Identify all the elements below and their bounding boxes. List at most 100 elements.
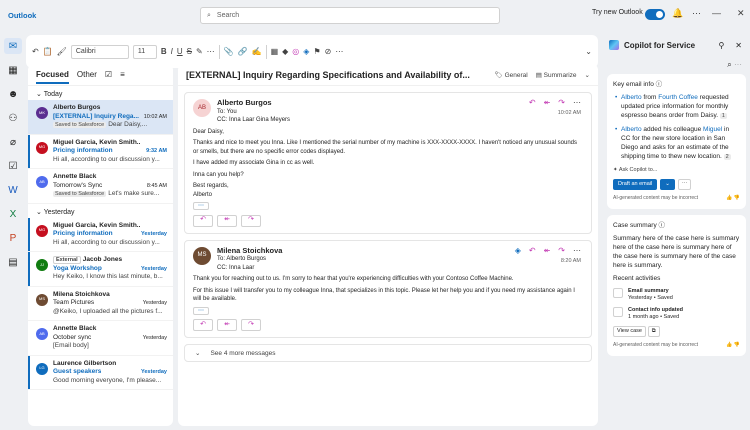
signature-icon[interactable]: ✍ xyxy=(252,47,262,56)
loop-icon[interactable]: ◎ xyxy=(292,47,299,56)
calendar-icon[interactable]: ▦ xyxy=(4,62,22,78)
copilot-ribbon-icon[interactable]: ◈ xyxy=(303,47,309,56)
powerpoint-icon[interactable]: P xyxy=(4,230,22,246)
insert-icon[interactable]: ◆ xyxy=(282,47,288,56)
copilot-icon[interactable]: ◈ xyxy=(515,246,521,256)
list-item[interactable]: MS Milena Stoichkova Team Pictures Yester… xyxy=(28,287,173,321)
bold-icon[interactable]: B xyxy=(161,47,167,56)
close-icon[interactable]: ✕ xyxy=(735,41,742,50)
citation-1[interactable]: 1 xyxy=(719,113,727,119)
chevron-down-icon[interactable]: ⌄ xyxy=(585,71,590,79)
reply-all-icon[interactable]: ↞ xyxy=(544,246,551,256)
list-item[interactable]: AB Annette Black October sync Yesterday [… xyxy=(28,321,173,356)
notification-icon[interactable]: 🔔 xyxy=(672,8,683,19)
collapse-ribbon-icon[interactable]: ⌄ xyxy=(585,47,592,56)
person-link[interactable]: Alberto xyxy=(621,94,642,101)
filter-icon[interactable]: ≡ xyxy=(120,70,125,79)
view-case-button[interactable]: View case xyxy=(613,326,646,337)
draft-email-button[interactable]: Draft an email xyxy=(613,179,658,190)
message-date: 10:02 AM xyxy=(557,110,581,116)
reply-all-button[interactable]: ↞ xyxy=(217,319,237,331)
tab-other[interactable]: Other xyxy=(77,70,97,79)
minimize-icon[interactable]: — xyxy=(712,8,721,18)
flag-icon[interactable]: ⚑ xyxy=(313,47,320,56)
list-item[interactable]: MG Miguel Garcia, Kevin Smith.. Pricing … xyxy=(28,217,173,252)
list-item[interactable]: MK Alberto Burgos [EXTERNAL] Inquiry Reg… xyxy=(28,100,173,135)
more-icon[interactable]: ⋯ xyxy=(677,179,692,190)
highlight-icon[interactable]: ✎ xyxy=(196,47,203,56)
message-sender[interactable]: Milena Stoichkova xyxy=(217,246,282,256)
activity-item[interactable]: Contact info updated 1 month ago • Saved xyxy=(613,307,740,321)
mail-icon[interactable]: ✉ xyxy=(4,38,22,54)
list-item[interactable]: MG Miguel Garcia, Kevin Smith.. Pricing … xyxy=(28,134,173,169)
search-input[interactable]: ⌕ Search xyxy=(200,7,500,24)
try-new-toggle[interactable] xyxy=(645,9,665,20)
forward-icon[interactable]: ↷ xyxy=(558,98,565,108)
reply-icon[interactable]: ↶ xyxy=(529,98,536,108)
more-icon[interactable]: ⋯ xyxy=(573,98,581,108)
summarize-button[interactable]: ▤ Summarize xyxy=(536,71,577,79)
font-family-select[interactable]: Calibri xyxy=(70,44,129,59)
forward-icon[interactable]: ↷ xyxy=(558,246,565,256)
link-icon[interactable]: 🔗 xyxy=(238,47,248,56)
more-icon[interactable]: ⋯ xyxy=(573,246,581,256)
activity-item[interactable]: Email summary Yesterday • Saved xyxy=(613,288,740,302)
close-icon[interactable]: ✕ xyxy=(737,8,745,19)
reply-all-button[interactable]: ↞ xyxy=(217,214,237,227)
table-icon[interactable]: ▦ xyxy=(271,47,279,56)
list-item[interactable]: JJ External Jacob Jones Yoga Workshop Yest… xyxy=(28,252,173,287)
message-sender[interactable]: Alberto Burgos xyxy=(217,98,290,108)
info-icon[interactable]: ⓘ xyxy=(659,222,666,229)
draft-dropdown[interactable]: ⌄ xyxy=(660,179,675,190)
reply-button[interactable]: ↶ xyxy=(193,214,213,227)
thumbs-up-icon[interactable]: 👍 xyxy=(726,195,732,201)
thumbs-down-icon[interactable]: 👎 xyxy=(734,342,740,348)
reply-all-icon[interactable]: ↞ xyxy=(544,98,551,108)
undo-icon[interactable]: ↶ xyxy=(32,47,39,56)
group-header-today[interactable]: ⌄ Today xyxy=(28,86,173,100)
list-item[interactable]: AB Annette Black Tomorrow's Sync 8:45 AM … xyxy=(28,169,173,204)
ask-copilot[interactable]: ✦ Ask Copilot to... xyxy=(613,166,740,175)
select-icon[interactable]: ☑ xyxy=(105,70,112,79)
copy-icon[interactable]: ⧉ xyxy=(647,326,660,337)
show-quoted-button[interactable]: ⋯ xyxy=(193,306,209,315)
people-icon[interactable]: ☻ xyxy=(4,86,22,102)
show-quoted-button[interactable]: ⋯ xyxy=(193,202,209,210)
strikethrough-icon[interactable]: S xyxy=(187,47,192,56)
group-header-yesterday[interactable]: ⌄ Yesterday xyxy=(28,204,173,218)
font-size-select[interactable]: 11 xyxy=(132,44,157,59)
ribbon-more-icon[interactable]: ⋯ xyxy=(207,47,215,56)
forward-button[interactable]: ↷ xyxy=(241,214,261,227)
groups-icon[interactable]: ⚇ xyxy=(4,110,22,126)
person-link[interactable]: Miguel xyxy=(703,126,722,133)
excel-icon[interactable]: X xyxy=(4,206,22,222)
underline-icon[interactable]: U xyxy=(177,47,183,56)
info-icon[interactable]: ⓘ xyxy=(656,81,663,88)
format-painter-icon[interactable]: 🖌 xyxy=(57,47,67,56)
attach-file-icon[interactable]: 📎 xyxy=(224,47,234,56)
thumbs-down-icon[interactable]: 👎 xyxy=(734,195,740,201)
tag-general[interactable]: 🏷 General xyxy=(495,71,528,79)
apps-icon[interactable]: ▤ xyxy=(4,254,22,270)
tab-focused[interactable]: Focused xyxy=(36,70,69,84)
italic-icon[interactable]: I xyxy=(171,47,173,56)
thumbs-up-icon[interactable]: 👍 xyxy=(726,342,732,348)
list-item[interactable]: LG Laurence Gilbertson Guest speakers Yes… xyxy=(28,355,173,390)
person-link[interactable]: Alberto xyxy=(621,126,642,133)
more-icon[interactable]: ⋯ xyxy=(692,8,701,19)
reply-icon[interactable]: ↶ xyxy=(529,246,536,256)
word-icon[interactable]: W xyxy=(4,182,22,198)
ribbon-overflow-icon[interactable]: ⋯ xyxy=(335,47,343,56)
citation-2[interactable]: 2 xyxy=(723,154,731,160)
paste-icon[interactable]: 📋 xyxy=(43,47,53,56)
more-icon[interactable]: ⋯ xyxy=(734,60,742,69)
reply-button[interactable]: ↶ xyxy=(193,319,213,331)
todo-icon[interactable]: ☑ xyxy=(4,158,22,174)
search-icon[interactable]: ⌕ xyxy=(727,60,731,69)
company-link[interactable]: Fourth Coffee xyxy=(658,94,698,101)
attach-icon[interactable]: ⌀ xyxy=(4,134,22,150)
sensitivity-icon[interactable]: ⊘ xyxy=(325,47,332,56)
pin-icon[interactable]: ⚲ xyxy=(718,41,724,50)
forward-button[interactable]: ↷ xyxy=(241,319,261,331)
see-more-messages[interactable]: ⌄ See 4 more messages xyxy=(184,344,592,362)
